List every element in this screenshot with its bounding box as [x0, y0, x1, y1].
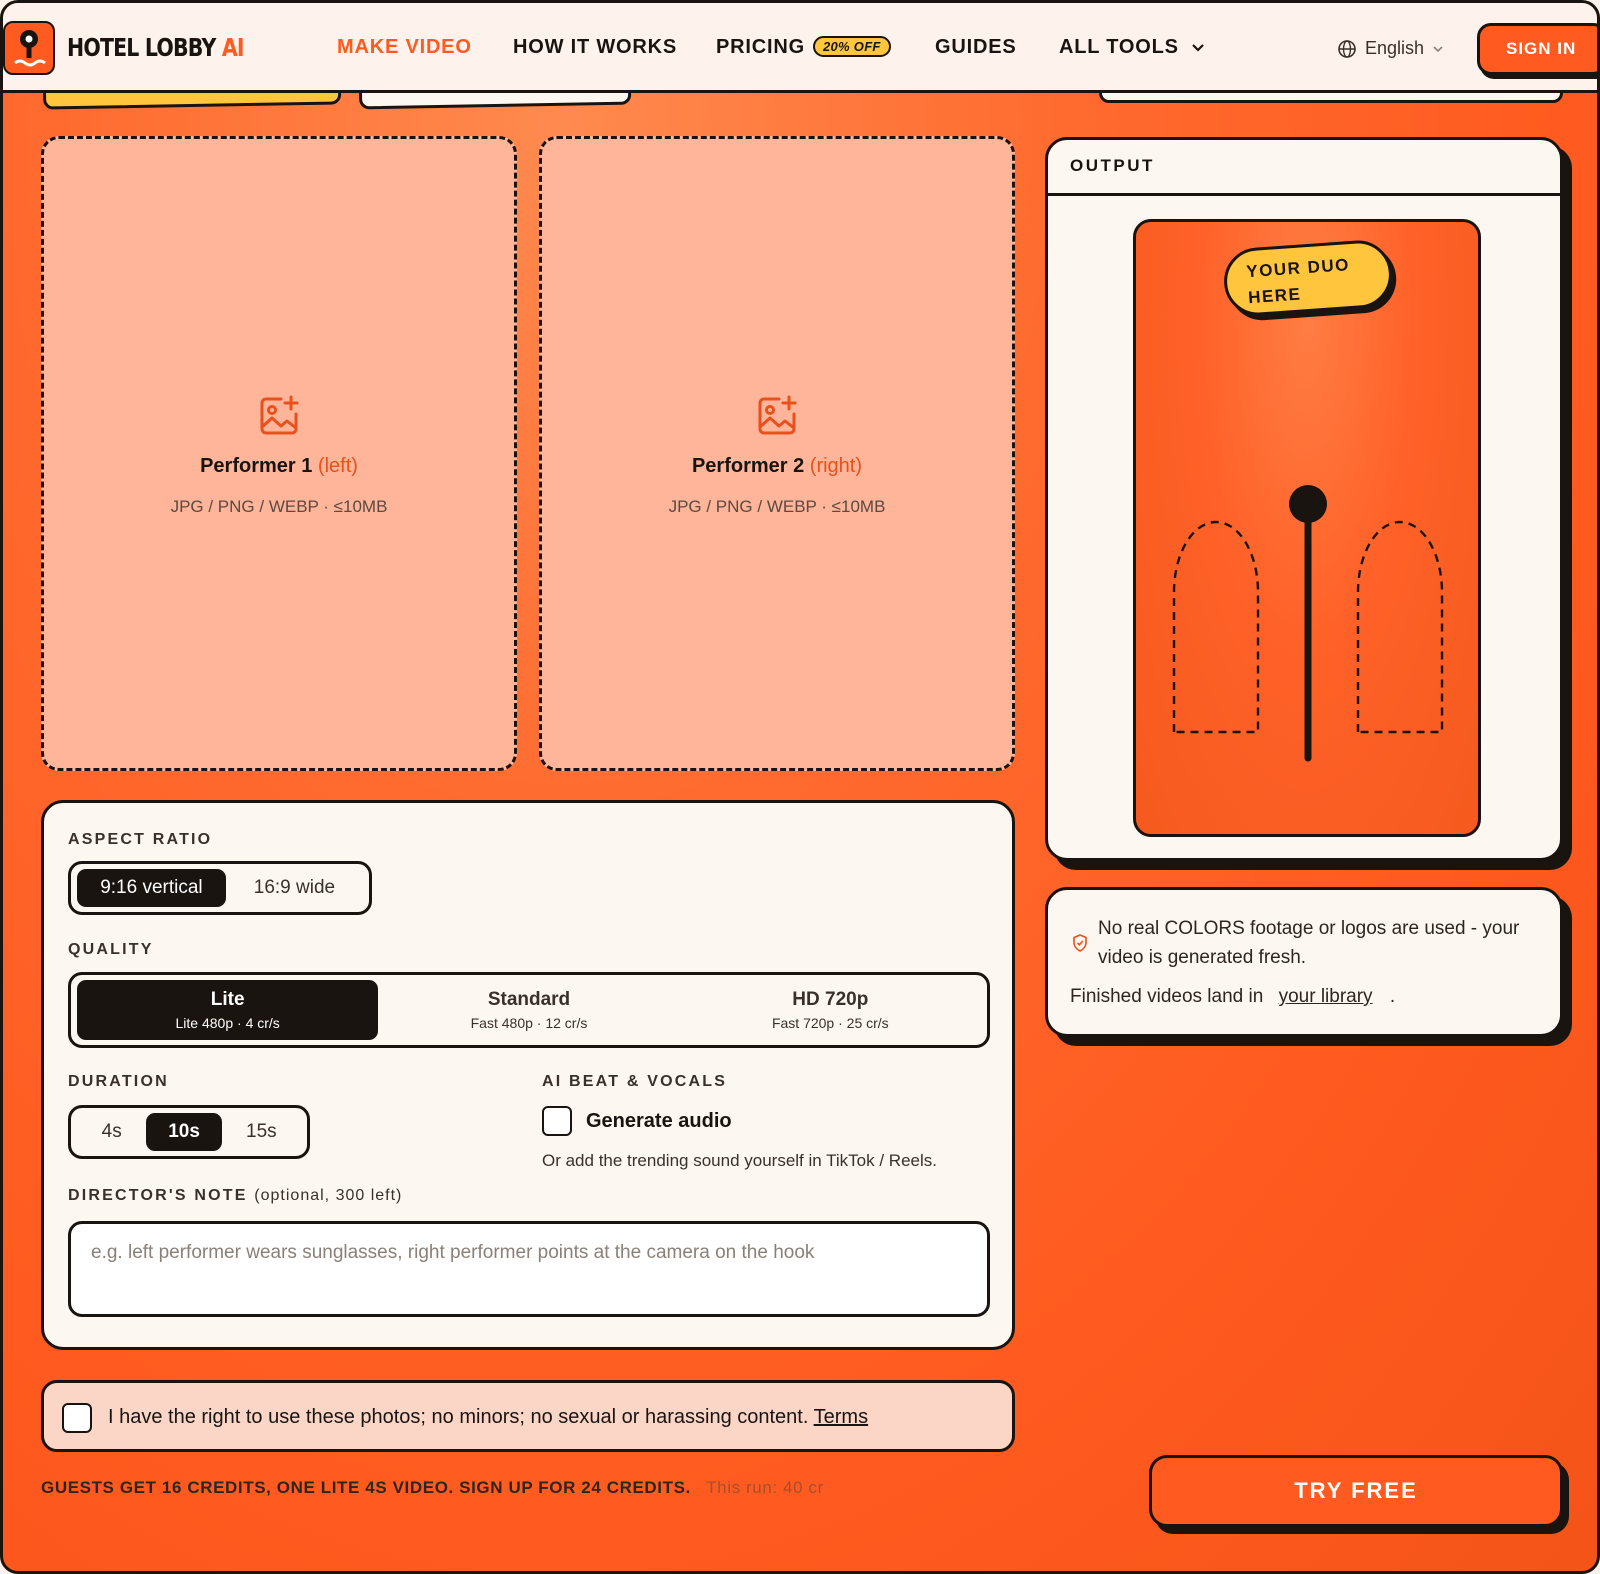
generate-audio-checkbox[interactable] [542, 1106, 572, 1136]
info-panel: No real COLORS footage or logos are used… [1045, 887, 1563, 1037]
library-note: Finished videos land in your library . [1070, 986, 1395, 1008]
output-heading: OUTPUT [1048, 140, 1560, 196]
no-footage-disclaimer: No real COLORS footage or logos are used… [1098, 918, 1520, 968]
performer-1-side: (left) [317, 455, 358, 477]
performer-2-side: (right) [809, 455, 863, 477]
aspect-option-vertical[interactable]: 9:16 vertical [77, 869, 226, 907]
language-selector[interactable]: English [1337, 38, 1444, 59]
brand-main-text: HOTEL LOBBY [67, 33, 216, 62]
quality-option-lite[interactable]: Lite Lite 480p · 4 cr/s [77, 980, 379, 1040]
logo-icon[interactable] [3, 21, 55, 75]
ai-beat-label: AI BEAT & VOCALS [542, 1073, 728, 1090]
nav-pricing[interactable]: PRICING 20% OFF [716, 36, 891, 59]
globe-icon [1338, 39, 1356, 58]
add-image-icon [758, 395, 797, 435]
performer-1-title: Performer 1 (left) [44, 455, 514, 478]
quality-standard-name: Standard [487, 989, 571, 1010]
app-frame: HOTEL LOBBY AI MAKE VIDEO HOW IT WORKS P… [0, 0, 1600, 1574]
quality-option-standard[interactable]: Standard Fast 480p · 12 cr/s [378, 980, 679, 1040]
quality-lite-detail: Lite 480p · 4 cr/s [175, 1015, 280, 1031]
credits-note: GUESTS GET 16 CREDITS, ONE LITE 4S VIDEO… [41, 1478, 824, 1498]
quality-hd-name: HD 720p [792, 989, 869, 1010]
language-label: English [1365, 38, 1425, 58]
output-panel: OUTPUT YOUR DUO HERE [1045, 137, 1563, 861]
performer-1-name: Performer 1 [200, 455, 313, 477]
nav-all-tools[interactable]: ALL TOOLS [1059, 36, 1205, 59]
settings-panel: ASPECT RATIO 9:16 vertical 16:9 wide QUA… [41, 800, 1015, 1350]
quality-standard-detail: Fast 480p · 12 cr/s [470, 1015, 588, 1031]
directors-note-hint: (optional, 300 left) [254, 1187, 403, 1204]
directors-note-title: DIRECTOR'S NOTE [68, 1187, 248, 1204]
duration-option-15s[interactable]: 15s [222, 1113, 301, 1151]
quality-lite-name: Lite [210, 989, 245, 1010]
library-suffix: . [1389, 986, 1396, 1007]
directors-note-label: DIRECTOR'S NOTE (optional, 300 left) [68, 1187, 402, 1205]
consent-checkbox[interactable] [62, 1403, 92, 1433]
add-image-icon [260, 395, 299, 435]
audio-hint: Or add the trending sound yourself in Ti… [542, 1151, 937, 1170]
library-prefix: Finished videos land in [1070, 986, 1264, 1007]
nav-how-it-works[interactable]: HOW IT WORKS [513, 36, 677, 59]
top-navbar: HOTEL LOBBY AI MAKE VIDEO HOW IT WORKS P… [3, 3, 1597, 93]
nav-make-video[interactable]: MAKE VIDEO [337, 36, 472, 59]
generate-audio-option[interactable]: Generate audio [542, 1106, 732, 1136]
aspect-ratio-label: ASPECT RATIO [68, 831, 213, 848]
brand-name[interactable]: HOTEL LOBBY AI [67, 33, 244, 62]
performer-2-upload[interactable]: Performer 2 (right) JPG / PNG / WEBP · ≤… [539, 136, 1015, 771]
performer-2-name: Performer 2 [691, 455, 805, 477]
discount-badge: 20% OFF [812, 36, 891, 57]
run-cost: This run: 40 cr [706, 1478, 824, 1497]
chevron-down-icon [1433, 45, 1443, 52]
shield-icon [1073, 934, 1087, 952]
brand-accent-text: AI [221, 33, 245, 62]
quality-option-hd[interactable]: HD 720p Fast 720p · 25 cr/s [680, 980, 981, 1040]
duo-silhouette-graphic [1172, 485, 1444, 762]
duration-option-10s[interactable]: 10s [146, 1113, 222, 1151]
sign-in-button[interactable]: SIGN IN [1477, 23, 1597, 75]
aspect-option-wide[interactable]: 16:9 wide [226, 869, 363, 907]
chevron-down-icon [1192, 44, 1204, 52]
duration-label: DURATION [68, 1073, 169, 1090]
credits-note-text: GUESTS GET 16 CREDITS, ONE LITE 4S VIDEO… [41, 1478, 691, 1497]
directors-note-input[interactable]: e.g. left performer wears sunglasses, ri… [68, 1221, 990, 1317]
nav-pricing-label: PRICING [716, 36, 805, 58]
library-link[interactable]: your library [1279, 986, 1373, 1007]
aspect-ratio-toggle: 9:16 vertical 16:9 wide [68, 861, 372, 915]
consent-bar: I have the right to use these photos; no… [41, 1380, 1015, 1452]
video-preview: YOUR DUO HERE [1133, 219, 1481, 837]
duration-option-4s[interactable]: 4s [77, 1113, 146, 1151]
performer-2-title: Performer 2 (right) [542, 455, 1012, 478]
performer-2-formats: JPG / PNG / WEBP · ≤10MB [668, 497, 886, 516]
performer-1-formats: JPG / PNG / WEBP · ≤10MB [170, 497, 388, 516]
quality-hd-detail: Fast 720p · 25 cr/s [771, 1015, 889, 1031]
nav-all-tools-label: ALL TOOLS [1059, 36, 1179, 58]
consent-statement: I have the right to use these photos; no… [108, 1406, 809, 1428]
generate-audio-label: Generate audio [586, 1109, 732, 1132]
performer-1-upload[interactable]: Performer 1 (left) JPG / PNG / WEBP · ≤1… [41, 136, 517, 771]
quality-label: QUALITY [68, 941, 154, 958]
nav-guides[interactable]: GUIDES [935, 36, 1016, 59]
try-free-button[interactable]: TRY FREE [1149, 1455, 1563, 1527]
quality-selector: Lite Lite 480p · 4 cr/s Standard Fast 48… [68, 972, 990, 1048]
duration-toggle: 4s 10s 15s [68, 1105, 310, 1159]
consent-text: I have the right to use these photos; no… [108, 1406, 868, 1429]
terms-link[interactable]: Terms [814, 1406, 868, 1428]
